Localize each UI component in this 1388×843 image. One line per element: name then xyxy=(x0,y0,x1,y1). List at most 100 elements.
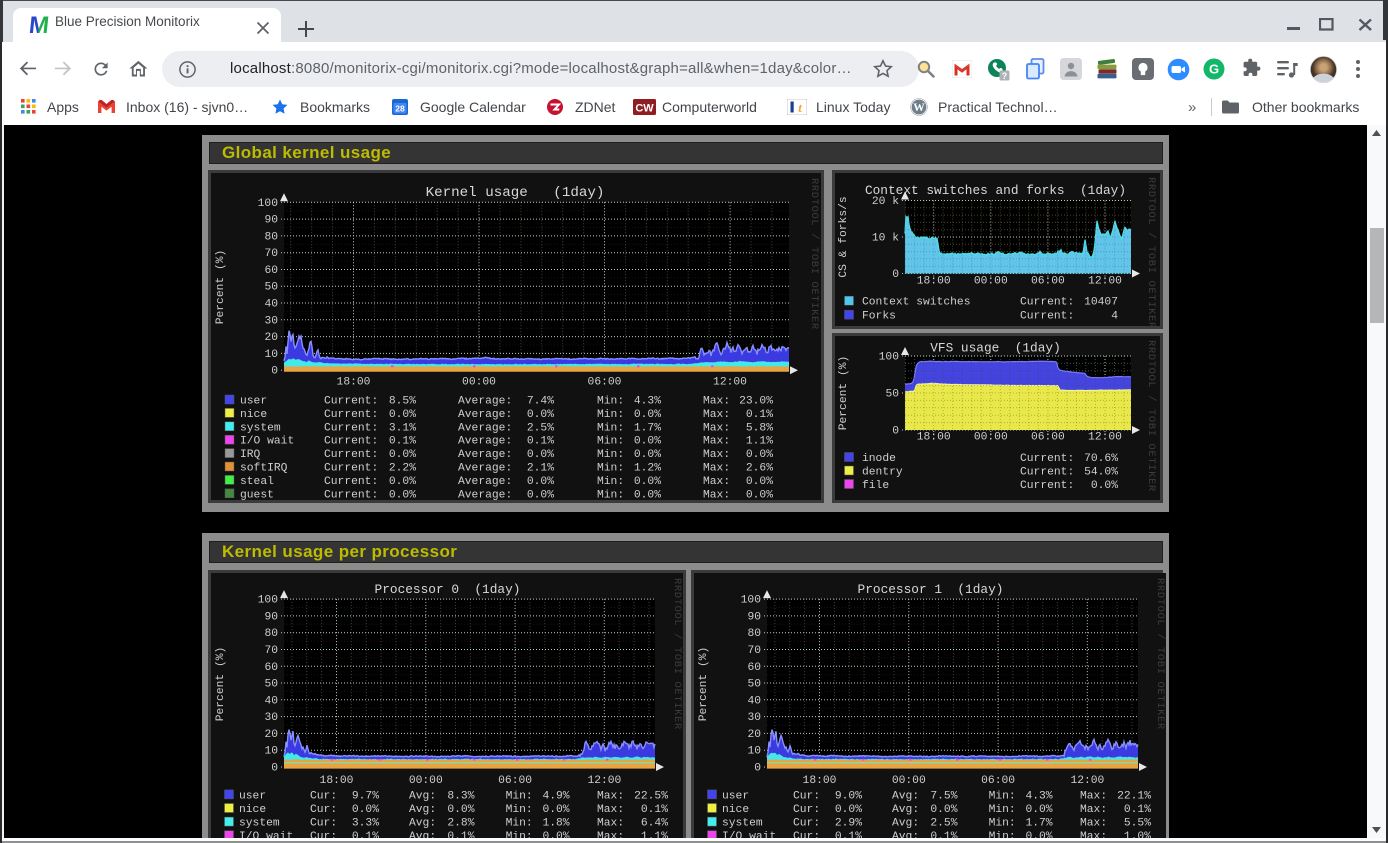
svg-text:10: 10 xyxy=(747,746,761,758)
svg-text:Min:: Min: xyxy=(989,804,1016,816)
svg-text:Current:: Current: xyxy=(324,476,378,488)
svg-text:M: M xyxy=(28,12,50,36)
svg-text:0.0%: 0.0% xyxy=(542,804,569,816)
svg-text:Current:: Current: xyxy=(324,436,378,448)
svg-text:I/O wait: I/O wait xyxy=(240,436,294,448)
svg-text:Max:: Max: xyxy=(703,409,730,421)
svg-text:00:00: 00:00 xyxy=(974,432,1008,444)
svg-text:7.5%: 7.5% xyxy=(930,790,957,802)
svg-text:Average:: Average: xyxy=(458,396,512,408)
svg-text:Average:: Average: xyxy=(458,449,512,461)
svg-text:18:00: 18:00 xyxy=(337,377,371,389)
svg-text:0.0%: 0.0% xyxy=(1091,480,1118,492)
svg-text:00:00: 00:00 xyxy=(974,276,1008,288)
svg-text:50: 50 xyxy=(885,389,899,401)
svg-text:20: 20 xyxy=(747,729,761,741)
svg-text:7.4%: 7.4% xyxy=(527,396,554,408)
svg-text:inode: inode xyxy=(862,453,896,465)
svg-text:Kernel usage (1day): Kernel usage (1day) xyxy=(426,185,605,201)
svg-text:RRDTOOL / TOBI OETIKER: RRDTOOL / TOBI OETIKER xyxy=(808,178,820,330)
svg-text:28: 28 xyxy=(395,104,405,114)
svg-text:22.1%: 22.1% xyxy=(1117,790,1151,802)
svg-text:2.6%: 2.6% xyxy=(746,463,773,475)
svg-text:Percent (%): Percent (%) xyxy=(215,647,227,722)
svg-text:0.0%: 0.0% xyxy=(447,804,474,816)
svg-text:file: file xyxy=(862,480,889,492)
svg-text:22.5%: 22.5% xyxy=(634,790,668,802)
svg-text:Average:: Average: xyxy=(458,476,512,488)
svg-text:12:00: 12:00 xyxy=(587,775,621,787)
svg-text:Cur:: Cur: xyxy=(793,804,820,816)
svg-text:Min:: Min: xyxy=(989,790,1016,802)
svg-text:steal: steal xyxy=(240,476,274,488)
svg-text:4.3%: 4.3% xyxy=(634,396,661,408)
svg-text:Current:: Current: xyxy=(324,409,378,421)
svg-text:user: user xyxy=(722,790,749,802)
svg-text:40: 40 xyxy=(747,695,761,707)
svg-text:Max:: Max: xyxy=(703,436,730,448)
svg-text:G: G xyxy=(1209,62,1219,77)
svg-text:90: 90 xyxy=(264,611,278,623)
svg-text:0.0%: 0.0% xyxy=(746,489,773,500)
svg-text:3.3%: 3.3% xyxy=(352,818,379,830)
svg-text:?: ? xyxy=(1002,71,1008,81)
svg-text:18:00: 18:00 xyxy=(917,432,951,444)
svg-text:Processor 1 (1day): Processor 1 (1day) xyxy=(858,582,1004,597)
svg-text:0.0%: 0.0% xyxy=(634,489,661,500)
svg-text:0.0%: 0.0% xyxy=(634,409,661,421)
svg-text:60: 60 xyxy=(264,662,278,674)
svg-text:100: 100 xyxy=(741,595,762,607)
svg-text:Min:: Min: xyxy=(506,790,533,802)
svg-text:10: 10 xyxy=(264,746,278,758)
svg-text:0.1%: 0.1% xyxy=(746,409,773,421)
svg-text:Average:: Average: xyxy=(458,436,512,448)
svg-text:30: 30 xyxy=(264,315,278,327)
svg-text:0.1%: 0.1% xyxy=(641,804,668,816)
svg-text:0: 0 xyxy=(892,426,899,438)
svg-text:RRDTOOL / TOBI OETIKER: RRDTOOL / TOBI OETIKER xyxy=(1145,340,1157,492)
svg-text:Current:: Current: xyxy=(1020,311,1074,323)
svg-text:Average:: Average: xyxy=(458,463,512,475)
svg-text:Min:: Min: xyxy=(506,818,533,830)
svg-text:0.0%: 0.0% xyxy=(1025,804,1052,816)
svg-text:Min:: Min: xyxy=(989,818,1016,830)
svg-text:Avg:: Avg: xyxy=(892,818,919,830)
svg-text:nice: nice xyxy=(240,409,267,421)
svg-text:Current:: Current: xyxy=(1020,453,1074,465)
svg-text:50: 50 xyxy=(264,282,278,294)
svg-text:60: 60 xyxy=(264,265,278,277)
svg-text:nice: nice xyxy=(239,804,266,816)
svg-text:Min:: Min: xyxy=(597,422,624,434)
svg-text:Max:: Max: xyxy=(703,422,730,434)
svg-text:0.0%: 0.0% xyxy=(527,449,554,461)
svg-text:Current:: Current: xyxy=(324,422,378,434)
svg-text:1.8%: 1.8% xyxy=(542,818,569,830)
svg-text:Current:: Current: xyxy=(324,449,378,461)
svg-text:0.0%: 0.0% xyxy=(527,476,554,488)
svg-text:0.0%: 0.0% xyxy=(746,449,773,461)
svg-text:0: 0 xyxy=(271,763,278,775)
svg-text:5.8%: 5.8% xyxy=(746,422,773,434)
svg-text:system: system xyxy=(239,818,280,830)
svg-text:20 k: 20 k xyxy=(872,196,899,208)
svg-text:2.9%: 2.9% xyxy=(835,818,862,830)
svg-text:system: system xyxy=(722,818,763,830)
svg-text:dentry: dentry xyxy=(862,467,903,479)
svg-text:1.1%: 1.1% xyxy=(746,436,773,448)
svg-text:12:00: 12:00 xyxy=(1088,276,1122,288)
svg-text:0.1%: 0.1% xyxy=(1124,804,1151,816)
svg-text:06:00: 06:00 xyxy=(981,775,1015,787)
svg-text:0: 0 xyxy=(271,366,278,378)
svg-text:Min:: Min: xyxy=(597,489,624,500)
svg-text:CS & forks/s: CS & forks/s xyxy=(838,196,850,277)
svg-text:0.0%: 0.0% xyxy=(389,449,416,461)
svg-text:00:00: 00:00 xyxy=(462,377,496,389)
svg-text:10: 10 xyxy=(264,349,278,361)
svg-text:0.1%: 0.1% xyxy=(389,436,416,448)
svg-text:30: 30 xyxy=(747,712,761,724)
svg-text:Average:: Average: xyxy=(458,489,512,500)
svg-text:Min:: Min: xyxy=(597,449,624,461)
svg-text:Min:: Min: xyxy=(597,463,624,475)
svg-text:18:00: 18:00 xyxy=(320,775,354,787)
svg-text:Max:: Max: xyxy=(1080,818,1107,830)
